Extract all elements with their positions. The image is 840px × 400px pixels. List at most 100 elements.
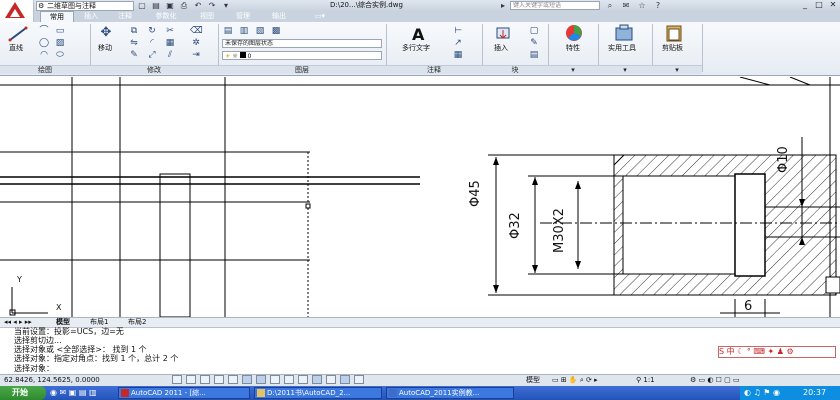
tab-layout1[interactable]: 布局1: [90, 318, 108, 327]
fillet-icon[interactable]: ◜: [146, 38, 158, 48]
move-icon[interactable]: ✥: [100, 26, 112, 39]
help-icon[interactable]: ?: [652, 1, 664, 10]
circle-icon[interactable]: ◯: [38, 38, 50, 48]
tray-icons[interactable]: ◐ ♫ ⚑ ◉: [744, 388, 780, 398]
quick-launch-icons[interactable]: ◉ ✉ ▣ ▤ ▥: [50, 388, 97, 398]
maximize-button[interactable]: □: [812, 0, 826, 10]
object-snap-button[interactable]: [228, 375, 238, 384]
ellipse-icon[interactable]: ⬭: [54, 50, 66, 60]
tab-layout2[interactable]: 布局2: [128, 318, 146, 327]
edit-block-icon[interactable]: ✎: [528, 38, 540, 48]
trim-icon[interactable]: ✂: [164, 26, 176, 36]
start-button[interactable]: 开始: [0, 386, 46, 400]
lineweight-button[interactable]: [298, 375, 308, 384]
block-panel-title[interactable]: 块: [482, 65, 548, 74]
copy-icon[interactable]: ⧉: [128, 26, 140, 36]
quick-properties-button[interactable]: [326, 375, 336, 384]
clipboard-icon[interactable]: [664, 24, 684, 42]
line-tool-icon[interactable]: [8, 26, 28, 42]
arc-icon[interactable]: ◠: [38, 50, 50, 60]
grid-display-button[interactable]: [186, 375, 196, 384]
erase-icon[interactable]: ⌫: [190, 26, 203, 36]
workspace-dropdown[interactable]: ⚙ 二维草图与注释: [36, 1, 134, 11]
layer-match-icon[interactable]: ▥: [238, 26, 250, 36]
polyline-icon[interactable]: ⌒: [38, 26, 50, 36]
tab-view[interactable]: 视图: [192, 11, 222, 22]
multiline-text-icon[interactable]: A: [412, 26, 424, 44]
close-button[interactable]: ✕: [826, 0, 840, 10]
array-icon[interactable]: ▦: [164, 38, 176, 48]
taskbar-item-document[interactable]: AutoCAD_2011实例教...: [386, 387, 514, 399]
mirror-icon[interactable]: ⇋: [128, 38, 140, 48]
snap-mode-button[interactable]: [172, 375, 182, 384]
properties-panel-title[interactable]: ▾: [548, 65, 598, 74]
insert-block-icon[interactable]: [494, 26, 512, 42]
search-icon[interactable]: ⌕: [604, 1, 616, 10]
coordinate-readout[interactable]: 62.8426, 124.5625, 0.0000: [4, 375, 100, 385]
layers-panel-title[interactable]: 图层: [218, 65, 386, 74]
explode-icon[interactable]: ✲: [190, 38, 202, 48]
utilities-panel-title[interactable]: ▾: [598, 65, 652, 74]
transparency-button[interactable]: [312, 375, 322, 384]
layer-properties-icon[interactable]: ▤: [222, 26, 234, 36]
drawing-canvas[interactable]: Φ45 Φ32 M30X2 Φ10 6 Y X: [0, 77, 840, 317]
current-layer-dropdown[interactable]: ☀ ☼ 0: [222, 51, 382, 60]
tab-insert[interactable]: 插入: [76, 11, 106, 22]
dimension-icon[interactable]: ⊢: [452, 26, 464, 36]
clipboard-panel-title[interactable]: ▾: [652, 65, 702, 74]
play-arrow-icon[interactable]: ▸: [497, 1, 509, 10]
subscription-icon[interactable]: ✉: [620, 1, 632, 10]
print-icon[interactable]: ⎙: [178, 1, 190, 10]
modify-panel-title[interactable]: 修改: [90, 65, 218, 74]
extend-icon[interactable]: ⇥: [190, 50, 202, 60]
annotation-panel-title[interactable]: 注释: [386, 65, 482, 74]
properties-icon[interactable]: [564, 24, 584, 42]
dynamic-input-button[interactable]: [284, 375, 294, 384]
tab-parametric[interactable]: 参数化: [146, 11, 186, 22]
table-icon[interactable]: ▦: [452, 50, 464, 60]
ortho-mode-button[interactable]: [200, 375, 210, 384]
new-icon[interactable]: ▢: [136, 1, 148, 10]
draw-panel-title[interactable]: 绘图: [0, 65, 90, 74]
tab-output[interactable]: 输出: [264, 11, 294, 22]
rectangle-icon[interactable]: ▭: [54, 26, 66, 36]
ime-toolbar[interactable]: S 中 ☾ ° ⌨ ✦ ♟ ⚙: [718, 346, 836, 358]
scale-icon[interactable]: ⤢: [146, 50, 158, 60]
taskbar-item-autocad[interactable]: AutoCAD 2011 - [綜...: [118, 387, 250, 399]
dynamic-ucs-button[interactable]: [270, 375, 280, 384]
3d-object-snap-button[interactable]: [242, 375, 252, 384]
create-block-icon[interactable]: ▢: [528, 26, 540, 36]
command-input[interactable]: 选择对象：: [14, 364, 54, 373]
save-icon[interactable]: ▣: [164, 1, 176, 10]
attribute-icon[interactable]: ▤: [528, 50, 540, 60]
object-snap-tracking-button[interactable]: [256, 375, 266, 384]
application-menu-button[interactable]: [0, 0, 34, 22]
redo-icon[interactable]: ↷: [206, 1, 218, 10]
selection-cycling-button[interactable]: [340, 375, 350, 384]
minimize-button[interactable]: _: [798, 0, 812, 10]
undo-icon[interactable]: ↶: [192, 1, 204, 10]
hatch-icon[interactable]: ▨: [54, 38, 66, 48]
layer-state-dropdown[interactable]: 未保存的图层状态: [222, 39, 382, 48]
status-tools-icons[interactable]: ▭ ⊞ ✋ ⌕ ⟳ ▸: [552, 375, 598, 385]
status-tray-icons[interactable]: ⚙ ▭ ◐ ☐ ▢ ▭: [690, 375, 740, 385]
tab-model[interactable]: 模型: [56, 318, 70, 327]
utilities-icon[interactable]: [614, 24, 634, 42]
annotation-scale[interactable]: ⚲ 1:1: [636, 375, 655, 385]
communication-icon[interactable]: ☆: [636, 1, 648, 10]
annotation-monitor-button[interactable]: [354, 375, 364, 384]
stretch-icon[interactable]: ✎: [128, 50, 140, 60]
offset-icon[interactable]: ⫽: [164, 50, 176, 60]
tab-manage[interactable]: 管理: [228, 11, 258, 22]
tab-annotate[interactable]: 注释: [110, 11, 140, 22]
layout-nav-arrows[interactable]: ◂◂ ◂ ▸ ▸▸: [4, 318, 32, 327]
model-space-label[interactable]: 模型: [526, 375, 540, 385]
polar-tracking-button[interactable]: [214, 375, 224, 384]
rotate-icon[interactable]: ↻: [146, 26, 158, 36]
taskbar-item-folder[interactable]: D:\2011书\AutoCAD_2...: [254, 387, 382, 399]
tab-home[interactable]: 常用: [40, 11, 74, 22]
open-icon[interactable]: ▤: [150, 1, 162, 10]
help-search-input[interactable]: 键入关键字或短语: [510, 1, 600, 10]
leader-icon[interactable]: ↗: [452, 38, 464, 48]
layer-isolate-icon[interactable]: ▩: [270, 26, 282, 36]
